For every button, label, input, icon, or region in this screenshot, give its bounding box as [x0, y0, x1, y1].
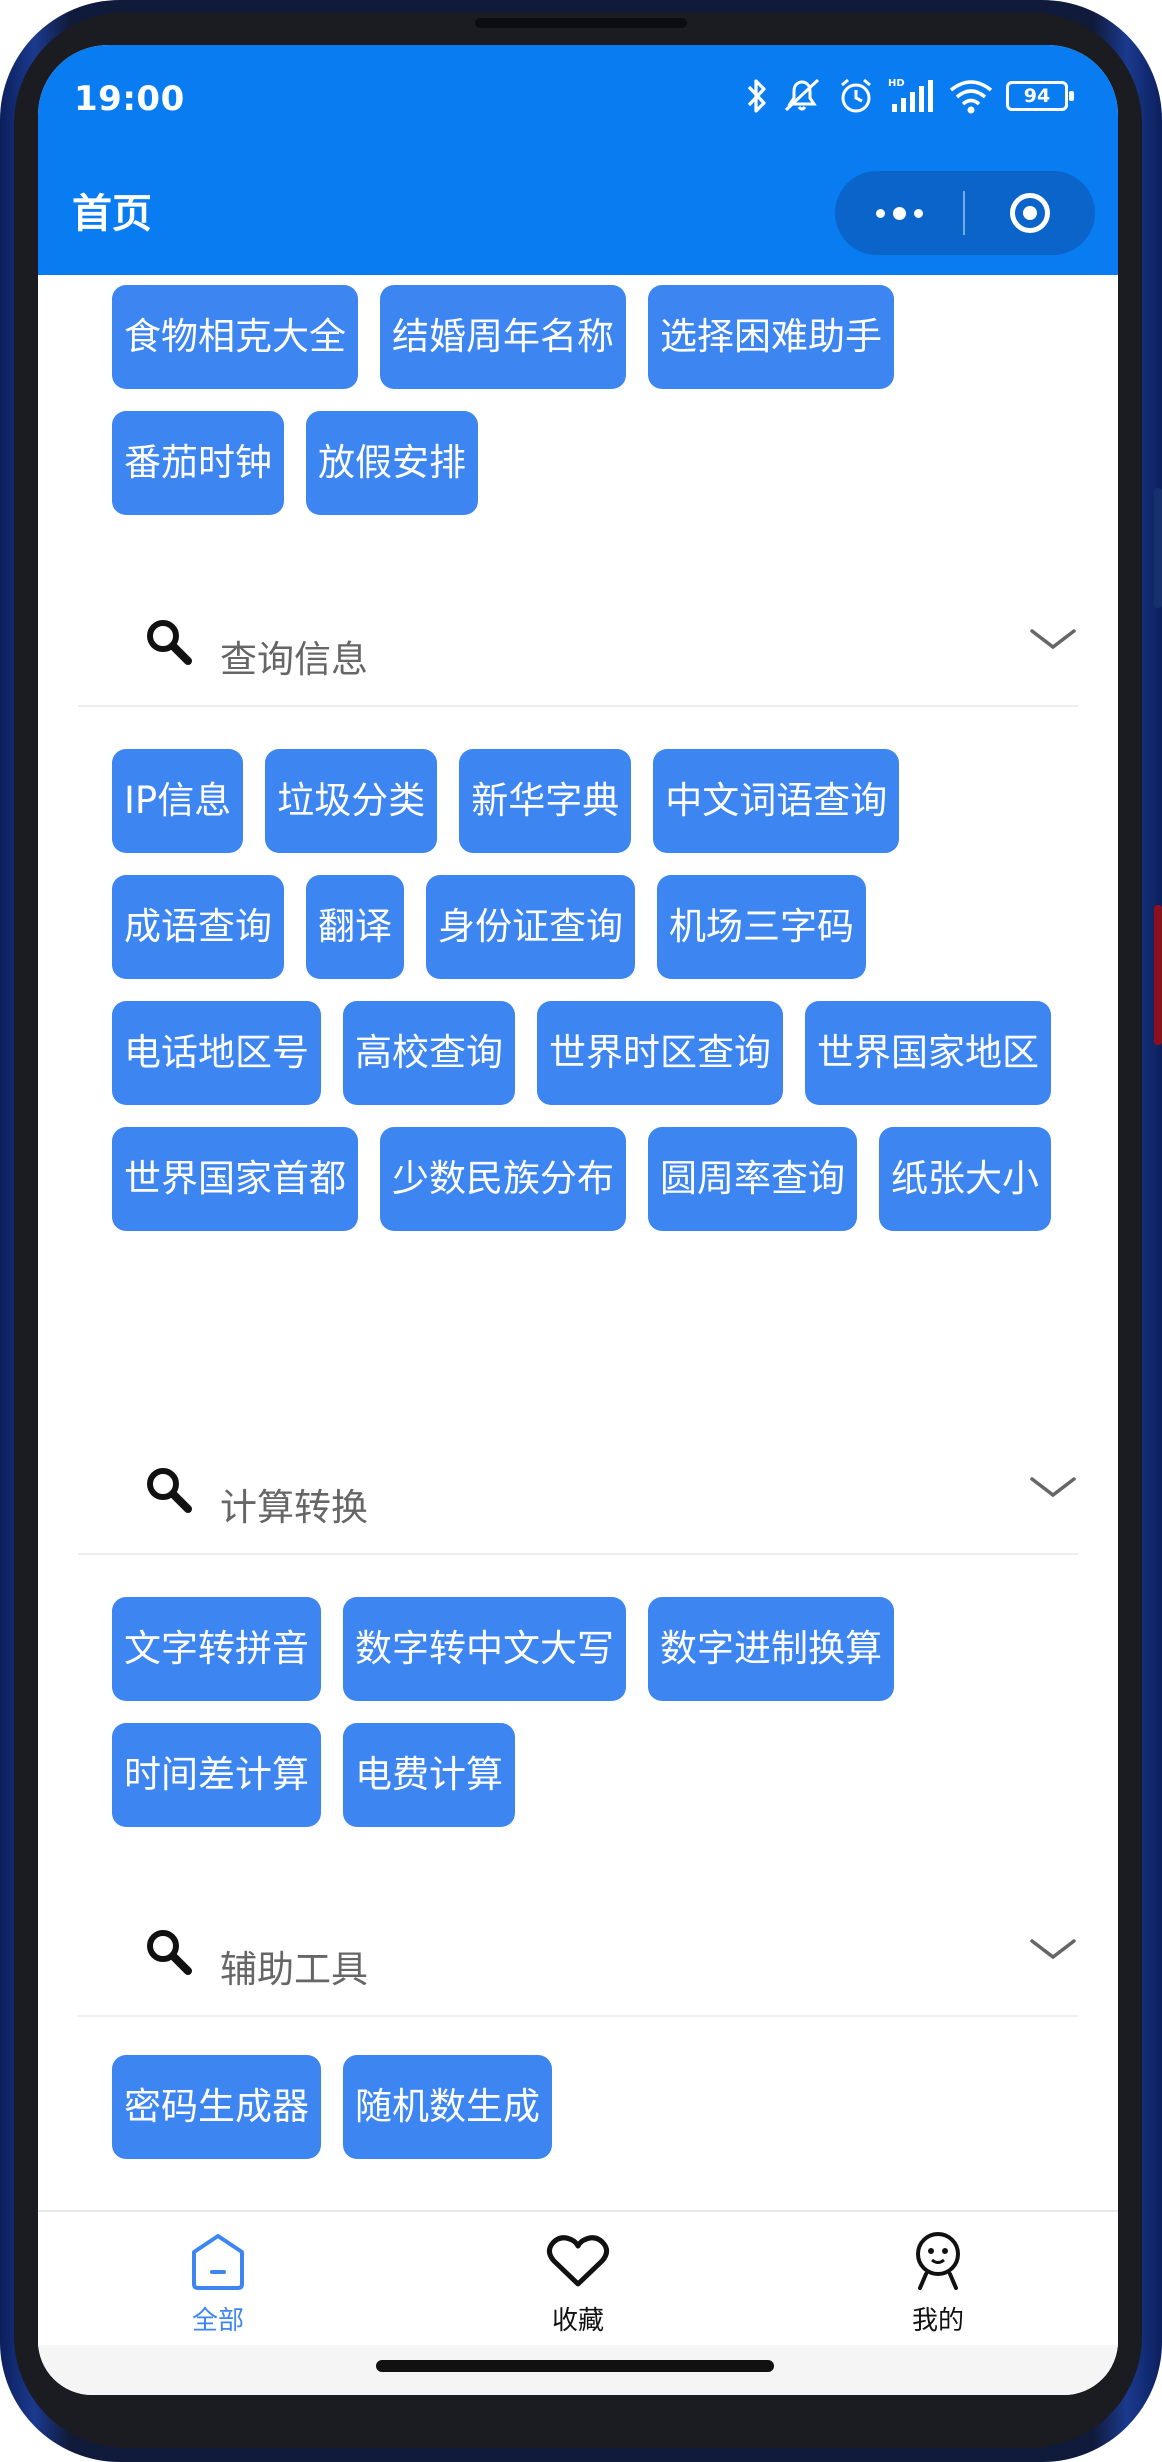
search-icon — [144, 1927, 194, 1981]
tool-tag[interactable]: 新华字典 — [459, 749, 632, 853]
tool-tag[interactable]: 文字转拼音 — [112, 1597, 321, 1701]
tool-tag[interactable]: 数字转中文大写 — [343, 1597, 626, 1701]
battery-level: 94 — [1023, 85, 1051, 107]
chevron-down-icon[interactable] — [1028, 1473, 1078, 1507]
chevron-down-icon[interactable] — [1028, 625, 1078, 659]
section-title: 计算转换 — [220, 1486, 368, 1529]
tool-tag[interactable]: 结婚周年名称 — [380, 285, 626, 389]
tool-list[interactable]: 食物相克大全 结婚周年名称 选择困难助手 番茄时钟 放假安排 查询信息 IP信息… — [38, 275, 1118, 2210]
tab-favorites[interactable]: 收藏 — [478, 2212, 678, 2347]
tag-group-query: IP信息 垃圾分类 新华字典 中文词语查询 成语查询 翻译 身份证查询 机场三字… — [112, 749, 1072, 1231]
profile-icon — [910, 2230, 966, 2294]
tab-all[interactable]: 全部 — [118, 2212, 318, 2347]
svg-text:HD: HD — [888, 78, 905, 89]
tool-tag[interactable]: 圆周率查询 — [648, 1127, 857, 1231]
tab-label: 全部 — [191, 2306, 244, 2336]
heart-icon — [546, 2230, 610, 2294]
tool-tag[interactable]: 选择困难助手 — [648, 285, 894, 389]
tool-tag[interactable]: 垃圾分类 — [265, 749, 438, 853]
close-target-icon[interactable] — [965, 193, 1095, 233]
mute-icon — [780, 76, 824, 116]
tool-tag[interactable]: 数字进制换算 — [648, 1597, 894, 1701]
tool-tag[interactable]: 食物相克大全 — [112, 285, 358, 389]
tag-group-misc: 食物相克大全 结婚周年名称 选择困难助手 番茄时钟 放假安排 — [112, 285, 1072, 515]
volume-button — [1154, 488, 1162, 608]
tool-tag[interactable]: 身份证查询 — [426, 875, 635, 979]
tool-tag[interactable]: 机场三字码 — [657, 875, 866, 979]
tool-tag[interactable]: 世界国家首都 — [112, 1127, 358, 1231]
tool-tag[interactable]: 纸张大小 — [879, 1127, 1051, 1231]
tab-mine[interactable]: 我的 — [838, 2212, 1038, 2347]
wifi-icon — [948, 78, 994, 114]
section-header-convert[interactable]: 计算转换 — [78, 1443, 1078, 1555]
tool-tag[interactable]: 翻译 — [306, 875, 404, 979]
tab-label: 我的 — [911, 2306, 964, 2336]
alarm-icon — [836, 76, 876, 116]
tab-bar: 全部 收藏 我的 — [38, 2210, 1118, 2347]
tool-tag[interactable]: 番茄时钟 — [112, 411, 284, 515]
hd-signal-icon: HD — [888, 76, 936, 116]
phone-frame: 19:00 HD 94 首页 食物相克大全 结婚周年名称 选择困难助手 番茄时钟… — [0, 0, 1162, 2462]
tool-tag[interactable]: 高校查询 — [343, 1001, 515, 1105]
mini-program-capsule — [835, 171, 1095, 255]
tool-tag[interactable]: 随机数生成 — [343, 2055, 552, 2159]
status-time: 19:00 — [74, 79, 185, 119]
tag-group-tools: 密码生成器 随机数生成 — [112, 2055, 1072, 2159]
more-icon[interactable] — [835, 171, 963, 255]
search-icon — [144, 1465, 194, 1519]
tool-tag[interactable]: 中文词语查询 — [653, 749, 900, 853]
page-title: 首页 — [72, 191, 152, 237]
screen: 19:00 HD 94 首页 食物相克大全 结婚周年名称 选择困难助手 番茄时钟… — [38, 45, 1118, 2395]
tag-group-convert: 文字转拼音 数字转中文大写 数字进制换算 时间差计算 电费计算 — [112, 1597, 1072, 1827]
tool-tag[interactable]: 电费计算 — [343, 1723, 515, 1827]
top-bar: 19:00 HD 94 首页 — [38, 45, 1118, 275]
tool-tag[interactable]: 世界国家地区 — [805, 1001, 1051, 1105]
bluetooth-icon — [746, 77, 768, 115]
tab-label: 收藏 — [551, 2306, 604, 2336]
tool-tag[interactable]: 电话地区号 — [112, 1001, 321, 1105]
search-icon — [144, 617, 194, 671]
tool-tag[interactable]: 放假安排 — [306, 411, 478, 515]
chevron-down-icon[interactable] — [1028, 1935, 1078, 1969]
section-title: 查询信息 — [220, 638, 368, 681]
battery-icon: 94 — [1006, 81, 1074, 111]
tool-tag[interactable]: 世界时区查询 — [537, 1001, 783, 1105]
section-header-tools[interactable]: 辅助工具 — [78, 1905, 1078, 2017]
tool-tag[interactable]: 成语查询 — [112, 875, 284, 979]
home-indicator[interactable] — [376, 2360, 774, 2372]
tool-tag[interactable]: 密码生成器 — [112, 2055, 321, 2159]
tool-tag[interactable]: IP信息 — [112, 749, 244, 853]
section-title: 辅助工具 — [220, 1948, 368, 1991]
tool-tag[interactable]: 时间差计算 — [112, 1723, 321, 1827]
power-button — [1154, 905, 1162, 1045]
home-icon — [190, 2230, 246, 2294]
tool-tag[interactable]: 少数民族分布 — [380, 1127, 626, 1231]
status-icons: HD 94 — [746, 75, 1074, 117]
earpiece-speaker — [475, 18, 687, 28]
section-header-query[interactable]: 查询信息 — [78, 595, 1078, 707]
